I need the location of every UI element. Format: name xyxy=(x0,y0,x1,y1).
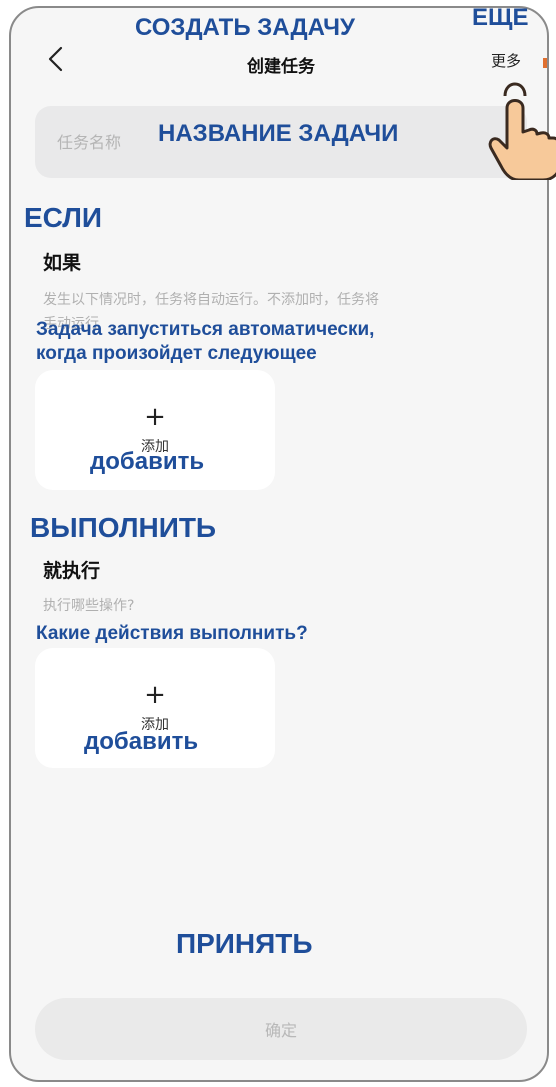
annotation-accept: ПРИНЯТЬ xyxy=(176,928,313,959)
phone-screen: 创建任务 更多 如果 发生以下情况时，任务将自动运行。不添加时，任务将 手动运行… xyxy=(9,6,549,1082)
if-section-title: 如果 xyxy=(43,252,82,274)
annotation-more: ЕЩЕ xyxy=(472,4,529,31)
annotation-create-task: СОЗДАТЬ ЗАДАЧУ xyxy=(135,14,355,41)
annotation-if-description-line1: Задача запуститься автоматически, xyxy=(36,319,375,340)
annotation-add-condition: добавить xyxy=(90,448,205,475)
more-button[interactable]: 更多 xyxy=(491,50,521,71)
annotation-add-action: добавить xyxy=(84,728,199,755)
more-indicator xyxy=(543,58,547,68)
page-title: 创建任务 xyxy=(247,57,315,77)
annotation-if-description-line2: когда произойдет следующее xyxy=(36,343,317,364)
if-description-line1: 发生以下情况时，任务将自动运行。不添加时，任务将 xyxy=(43,292,379,308)
annotation-execute-description: Какие действия выполнить? xyxy=(36,623,308,644)
annotation-task-name: НАЗВАНИЕ ЗАДАЧИ xyxy=(158,120,399,147)
plus-icon: + xyxy=(144,402,166,432)
then-section-description: 执行哪些操作? xyxy=(43,598,135,614)
then-section-title: 就执行 xyxy=(43,560,101,582)
annotation-if-description: Задача запуститься автоматически, когда … xyxy=(36,318,374,366)
confirm-button[interactable]: 确定 xyxy=(35,998,527,1060)
plus-icon: + xyxy=(144,680,166,710)
annotation-if: ЕСЛИ xyxy=(24,202,102,233)
pointing-hand-icon xyxy=(485,70,556,182)
annotation-execute: ВЫПОЛНИТЬ xyxy=(30,512,217,543)
